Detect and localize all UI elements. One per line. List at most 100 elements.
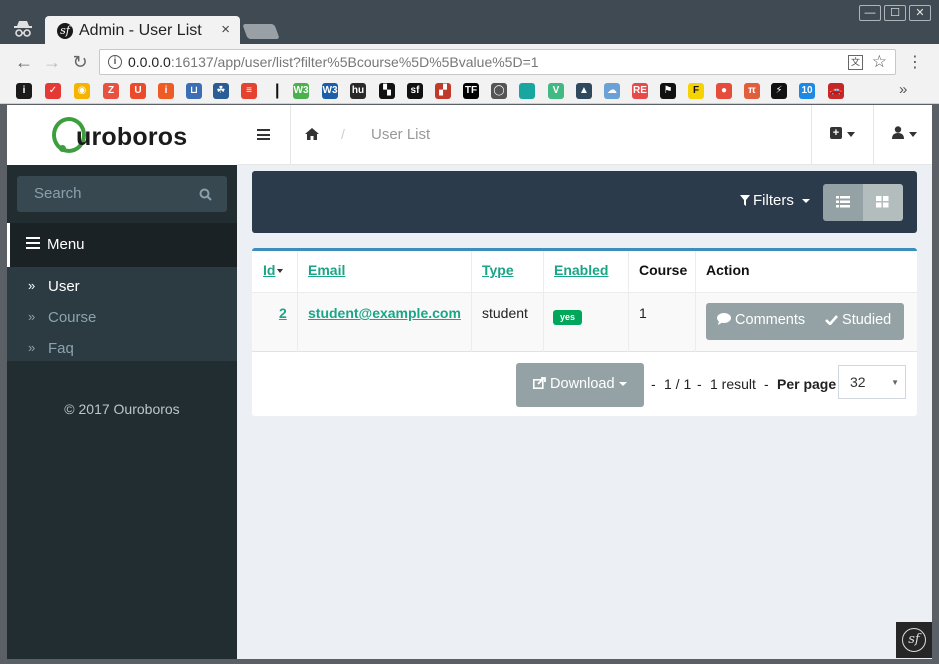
filters-dropdown[interactable]: Filters (740, 192, 811, 209)
bm-repo-icon[interactable]: RE (632, 83, 648, 99)
browser-toolbar: ← → ↻ i 0.0.0.0:16137/app/user/list?filt… (0, 44, 939, 80)
row-actions: Comments Studied (706, 303, 904, 340)
column-divider (628, 293, 629, 352)
bm-sf-icon[interactable]: sf (407, 83, 423, 99)
per-page-label: Per page (777, 376, 837, 392)
bm-tree-icon[interactable]: ☘ (213, 83, 229, 99)
column-divider (297, 293, 298, 352)
bm-bucket-icon[interactable]: ⊔ (186, 83, 202, 99)
caret-down-icon (802, 199, 811, 203)
bm-flag-icon[interactable]: ⚑ (660, 83, 676, 99)
menu-label: Menu (47, 236, 85, 253)
bm-tf-icon[interactable]: TF (463, 83, 479, 99)
breadcrumb-separator: / (341, 126, 345, 142)
menu-bars-icon (26, 237, 40, 249)
column-header-enabled[interactable]: Enabled (554, 262, 608, 278)
filters-label: Filters (753, 192, 794, 209)
browser-tab-active[interactable]: sf Admin - User List × (45, 16, 240, 46)
home-icon[interactable] (305, 128, 319, 140)
bm-bulb-icon[interactable]: ◉ (74, 83, 90, 99)
window-minimize-button[interactable]: — (859, 5, 881, 21)
new-tab-button[interactable] (242, 24, 280, 39)
browser-menu-icon[interactable]: ⋮ (907, 52, 923, 72)
navbar-divider (873, 105, 874, 165)
search-input[interactable]: Search (34, 185, 82, 202)
address-bar[interactable]: i 0.0.0.0:16137/app/user/list?filter%5Bc… (99, 49, 896, 75)
bm-hu-icon[interactable]: hu (350, 83, 366, 99)
bm-vue-icon[interactable]: V (548, 83, 564, 99)
translate-icon[interactable]: 文 (848, 55, 863, 70)
download-button[interactable]: Download (516, 363, 644, 407)
bm-i-icon[interactable]: i (158, 83, 174, 99)
logo[interactable]: uroboros (7, 105, 237, 165)
row-id-link[interactable]: 2 (279, 305, 287, 321)
bm-blocks-icon[interactable]: ▞ (435, 83, 451, 99)
pager-separator: - (697, 376, 702, 392)
bm-nuxt-icon[interactable]: ▲ (576, 83, 592, 99)
row-email-link[interactable]: student@example.com (308, 305, 461, 321)
double-chevron-right-icon: » (28, 309, 36, 324)
window-close-button[interactable]: ✕ (909, 5, 931, 21)
navbar-divider (811, 105, 812, 165)
column-header-course: Course (639, 262, 688, 278)
bm-w3-icon[interactable]: W3 (293, 83, 309, 99)
bm-car-icon[interactable]: 🚗 (828, 83, 844, 99)
bm-record-icon[interactable]: ● (716, 83, 732, 99)
sidebar-item-faq[interactable]: » Faq (7, 333, 237, 364)
sidebar-item-user[interactable]: » User (7, 271, 237, 302)
copyright-text: © 2017 Ouroboros (64, 401, 180, 417)
view-mode-toggle (823, 184, 903, 221)
column-divider (695, 251, 696, 293)
forward-button[interactable]: → (42, 52, 62, 73)
double-chevron-right-icon: » (28, 278, 36, 293)
studied-button[interactable]: Studied (825, 312, 891, 328)
plus-square-icon: + (830, 127, 842, 139)
column-divider (297, 251, 298, 293)
grid-view-button[interactable] (863, 184, 903, 221)
bm-z-icon[interactable]: Z (103, 83, 119, 99)
bm-u-icon[interactable]: U (130, 83, 146, 99)
sidebar-item-label: Course (48, 309, 97, 326)
list-icon (836, 196, 850, 208)
bm-divider-icon[interactable]: | (275, 83, 279, 99)
enabled-badge: yes (553, 310, 582, 325)
sidebar-toggle-icon[interactable] (257, 129, 270, 140)
site-info-icon[interactable]: i (108, 55, 122, 69)
bm-bolt-icon[interactable]: ⚡ (771, 83, 787, 99)
sidebar-item-course[interactable]: » Course (7, 302, 237, 333)
tab-close-icon[interactable]: × (221, 21, 230, 38)
user-list-box: Id Email Type Enabled Course Action 2 st… (252, 248, 917, 416)
row-type: student (482, 305, 528, 321)
url-text[interactable]: 0.0.0.0:16137/app/user/list?filter%5Bcou… (128, 54, 539, 70)
sidebar-search[interactable]: Search (17, 176, 227, 212)
bookmark-star-icon[interactable]: ☆ (872, 52, 887, 72)
bm-teal-icon[interactable] (519, 83, 535, 99)
column-header-email[interactable]: Email (308, 262, 345, 278)
bm-f-icon[interactable]: F (688, 83, 704, 99)
per-page-select[interactable]: 32 ▼ (838, 365, 906, 399)
bm-check-icon[interactable]: ✓ (45, 83, 61, 99)
sort-desc-icon (277, 269, 284, 273)
bm-chat-icon[interactable]: ◯ (491, 83, 507, 99)
top-navbar: / User List + (237, 105, 932, 165)
bm-todo-icon[interactable]: ≡ (241, 83, 257, 99)
column-divider (471, 293, 472, 352)
list-view-button[interactable] (823, 184, 863, 221)
bookmarks-overflow-icon[interactable]: » (899, 81, 907, 98)
bm-cloud-icon[interactable]: ☁ (604, 83, 620, 99)
bm-w3c-icon[interactable]: W3 (322, 83, 338, 99)
search-icon[interactable] (199, 188, 212, 201)
sidebar-menu-header[interactable]: Menu (7, 223, 237, 267)
column-header-id[interactable]: Id (263, 262, 284, 278)
comments-button[interactable]: Comments (717, 312, 805, 328)
bm-10-icon[interactable]: 10 (799, 83, 815, 99)
bm-pi-icon[interactable]: π (744, 83, 760, 99)
bm-puzzle-icon[interactable]: ▚ (379, 83, 395, 99)
column-divider (543, 293, 544, 352)
back-button[interactable]: ← (14, 52, 34, 73)
column-header-type[interactable]: Type (482, 262, 514, 278)
window-maximize-button[interactable]: ☐ (884, 5, 906, 21)
bm-1-icon[interactable]: i (16, 83, 32, 99)
reload-button[interactable]: ↻ (70, 52, 90, 73)
symfony-toolbar-toggle[interactable]: sf (896, 622, 932, 658)
